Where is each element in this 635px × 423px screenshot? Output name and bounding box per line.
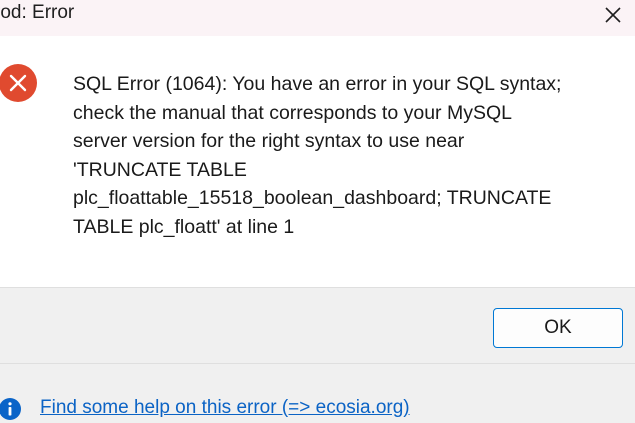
help-link[interactable]: Find some help on this error (=> ecosia.… (40, 397, 410, 419)
window-title: rod: Error (0, 2, 75, 23)
button-bar: OK (0, 287, 635, 363)
info-icon (0, 398, 21, 420)
error-dialog: rod: Error SQL Error (1064): You have an… (0, 0, 635, 423)
title-bar[interactable]: rod: Error (0, 0, 635, 36)
message-area: SQL Error (1064): You have an error in y… (0, 36, 635, 286)
help-footer: Find some help on this error (=> ecosia.… (0, 363, 635, 423)
error-message: SQL Error (1064): You have an error in y… (73, 73, 562, 238)
ok-button[interactable]: OK (493, 308, 623, 348)
close-icon[interactable] (603, 5, 623, 25)
error-icon (0, 64, 37, 102)
close-button[interactable] (595, 0, 631, 30)
